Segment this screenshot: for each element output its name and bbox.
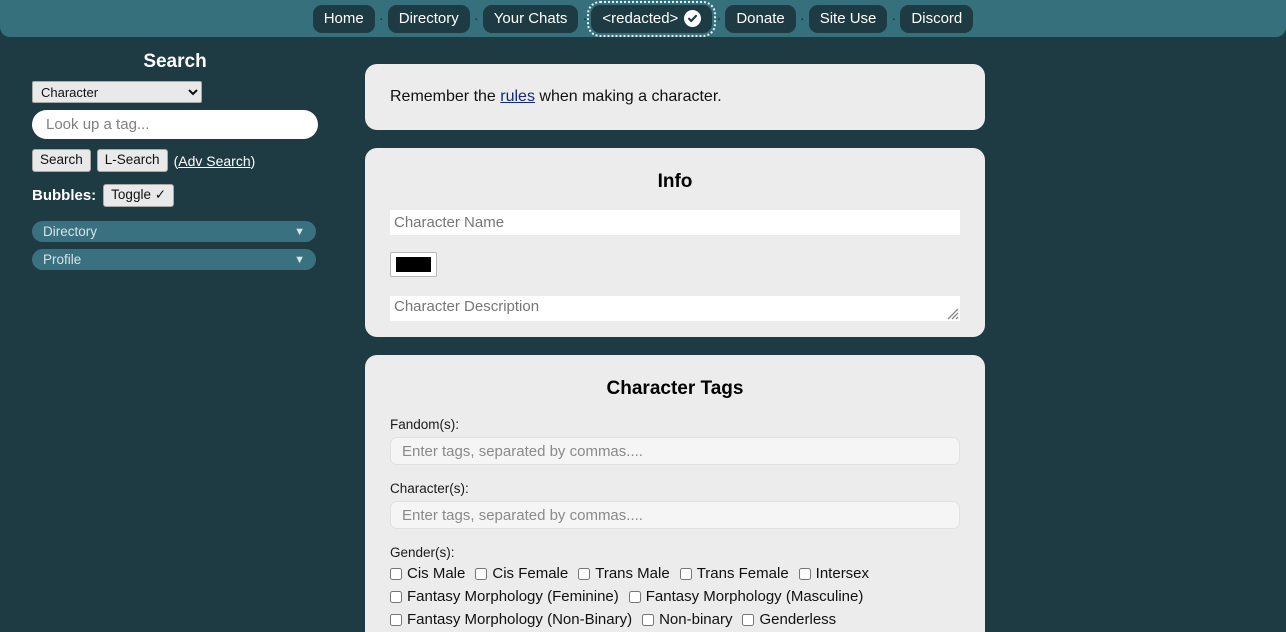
nav-button-discord[interactable]: Discord (900, 4, 974, 33)
gender-checkbox-trans-male[interactable]: Trans Male (578, 565, 670, 582)
adv-search-label[interactable]: Adv Search (178, 153, 250, 169)
nav-button-site-use[interactable]: Site Use (808, 4, 888, 33)
nav-separator: · (716, 10, 722, 27)
nav-button-label: <redacted> (602, 9, 679, 27)
search-kind-select[interactable]: Character (32, 81, 202, 103)
nav-button-label: Directory (398, 9, 459, 27)
chevron-down-icon: ▼ (294, 225, 305, 238)
checkbox-input[interactable] (628, 590, 641, 603)
checkbox-label[interactable]: Fantasy Morphology (Masculine) (646, 588, 864, 605)
gender-checkbox-group: Cis Male Cis Female Trans Male Trans Female… (390, 565, 960, 628)
character-tags-card: Character Tags Fandom(s): Character(s): … (365, 355, 985, 632)
info-card-title: Info (657, 171, 693, 192)
gender-checkbox-cis-female[interactable]: Cis Female (475, 565, 568, 582)
checkbox-input[interactable] (642, 613, 655, 626)
bubbles-toggle-button[interactable]: Toggle ✓ (103, 184, 175, 207)
checkbox-input[interactable] (390, 613, 402, 626)
accordion-profile[interactable]: Profile ▼ (32, 249, 316, 270)
accordion-directory[interactable]: Directory ▼ (32, 221, 316, 242)
nav-separator: · (799, 10, 805, 27)
fandom-label: Fandom(s): (390, 417, 460, 432)
bubbles-row: Bubbles: Toggle ✓ (32, 184, 318, 207)
gender-checkbox-fantasy-morphology-masculine[interactable]: Fantasy Morphology (Masculine) (628, 588, 864, 605)
nav-button-your-chats[interactable]: Your Chats (482, 4, 579, 33)
character-label: Character(s): (390, 481, 469, 496)
sidebar-accordions: Directory ▼ Profile ▼ (32, 221, 318, 270)
checkbox-input[interactable] (475, 567, 488, 580)
checkbox-input[interactable] (390, 590, 402, 603)
gender-checkbox-non-binary[interactable]: Non-binary (642, 611, 732, 628)
nav-button-donate[interactable]: Donate (725, 4, 796, 33)
nav-separator: · (582, 10, 588, 27)
info-card: Info (365, 148, 985, 337)
gender-checkbox-fantasy-morphology-feminine[interactable]: Fantasy Morphology (Feminine) (390, 588, 619, 605)
verified-badge-icon (684, 9, 702, 27)
checkbox-input[interactable] (679, 567, 692, 580)
rules-link[interactable]: rules (500, 88, 535, 105)
nav-separator: · (473, 10, 479, 27)
checkbox-label[interactable]: Genderless (759, 611, 836, 628)
main-content: Remember the rules when making a charact… (350, 37, 1286, 632)
nav-button-label: Discord (911, 9, 963, 27)
accordion-label: Profile (43, 252, 82, 267)
gender-checkbox-row: Cis Male Cis Female Trans Male Trans Female… (390, 565, 960, 582)
l-search-button[interactable]: L-Search (96, 149, 168, 172)
checkbox-label[interactable]: Non-binary (659, 611, 732, 628)
checkbox-input[interactable] (390, 567, 402, 580)
nav-separator: · (891, 10, 897, 27)
checkbox-label[interactable]: Fantasy Morphology (Feminine) (407, 588, 619, 605)
character-color-picker[interactable] (390, 252, 437, 277)
checkbox-input[interactable] (578, 567, 591, 580)
checkbox-label[interactable]: Trans Female (697, 565, 789, 582)
nav-button-label: Donate (736, 9, 785, 27)
nav-button-label: Your Chats (493, 9, 568, 27)
checkbox-input[interactable] (742, 613, 755, 626)
search-button[interactable]: Search (32, 149, 91, 172)
rules-notice-suffix: when making a character. (534, 88, 722, 105)
bubbles-label: Bubbles: (32, 187, 97, 204)
fandom-tags-input[interactable] (390, 437, 960, 465)
checkbox-label[interactable]: Trans Male (595, 565, 669, 582)
nav-button-redacted[interactable]: <redacted> (587, 0, 717, 37)
gender-label: Gender(s): (390, 545, 455, 560)
gender-checkbox-fantasy-morphology-non-binary[interactable]: Fantasy Morphology (Non-Binary) (390, 611, 632, 628)
tag-lookup-input[interactable] (32, 110, 318, 139)
gender-checkbox-row: Fantasy Morphology (Feminine) Fantasy Mor… (390, 588, 960, 605)
nav-button-label: Site Use (819, 9, 877, 27)
adv-search-paren-close: ) (250, 152, 256, 169)
nav-separator: · (378, 10, 384, 27)
gender-checkbox-row: Fantasy Morphology (Non-Binary) Non-binar… (390, 611, 960, 628)
nav-items: Home · Directory · Your Chats · <redacted> · Don… (312, 0, 974, 37)
checkbox-input[interactable] (798, 567, 811, 580)
rules-notice-prefix: Remember the (390, 88, 501, 105)
checkbox-label[interactable]: Cis Female (492, 565, 568, 582)
accordion-label: Directory (43, 224, 98, 239)
nav-button-directory[interactable]: Directory (387, 4, 470, 33)
character-name-input[interactable] (390, 210, 960, 235)
nav-button-label: Home (323, 9, 364, 27)
rules-notice-text: Remember the rules when making a charact… (390, 88, 960, 106)
chevron-down-icon: ▼ (294, 253, 305, 266)
checkbox-label[interactable]: Fantasy Morphology (Non-Binary) (407, 611, 632, 628)
top-navigation-bar: Home · Directory · Your Chats · <redacted> · Don… (0, 0, 1286, 37)
search-sidebar: Search Character Search L-Search (Adv Se… (0, 37, 350, 277)
checkbox-label[interactable]: Cis Male (407, 565, 465, 582)
character-color-chip (396, 257, 431, 272)
search-button-row: Search L-Search (Adv Search) (32, 149, 318, 172)
gender-checkbox-cis-male[interactable]: Cis Male (390, 565, 465, 582)
rules-notice-card: Remember the rules when making a charact… (365, 64, 985, 130)
nav-button-home[interactable]: Home (312, 4, 375, 33)
adv-search-link[interactable]: (Adv Search) (174, 153, 256, 169)
character-description-textarea[interactable] (390, 296, 960, 321)
character-description-wrapper (390, 296, 960, 321)
gender-checkbox-intersex[interactable]: Intersex (798, 565, 869, 582)
character-tags-title: Character Tags (606, 378, 744, 399)
character-tags-input[interactable] (390, 501, 960, 529)
checkbox-label[interactable]: Intersex (816, 565, 869, 582)
sidebar-title: Search (143, 51, 207, 72)
gender-checkbox-genderless[interactable]: Genderless (742, 611, 836, 628)
gender-checkbox-trans-female[interactable]: Trans Female (679, 565, 789, 582)
